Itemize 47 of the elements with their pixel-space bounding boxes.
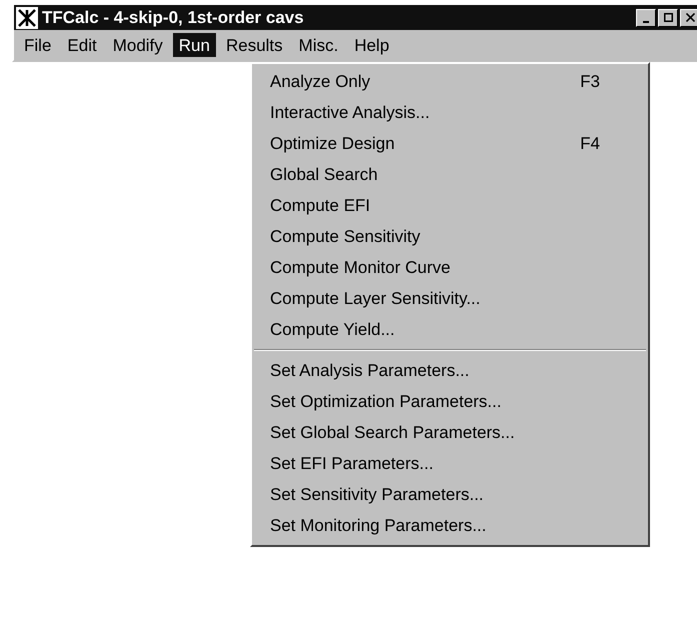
menu-option[interactable]: Compute Yield... <box>252 314 648 345</box>
menu-option[interactable]: Compute Monitor Curve <box>252 252 648 283</box>
menu-option[interactable]: Interactive Analysis... <box>252 97 648 128</box>
option-label: Compute Sensitivity <box>270 226 420 248</box>
option-label: Set Optimization Parameters... <box>270 390 502 413</box>
option-label: Set Sensitivity Parameters... <box>270 484 484 506</box>
option-label: Compute EFI <box>270 194 370 217</box>
menu-item[interactable]: File <box>18 33 58 57</box>
window-title: TFCalc - 4-skip-0, 1st-order cavs <box>42 6 304 29</box>
menu-item[interactable]: Edit <box>61 33 103 57</box>
menu-option[interactable]: Compute Layer Sensitivity... <box>252 283 648 314</box>
shortcut-label: F3 <box>580 70 600 93</box>
menu-item[interactable]: Misc. <box>292 33 344 57</box>
app-logo-icon <box>16 6 38 28</box>
shortcut-label: F4 <box>580 132 600 155</box>
option-label: Global Search <box>270 164 378 186</box>
menu-option[interactable]: Analyze Only F3 <box>252 66 648 97</box>
option-label: Compute Layer Sensitivity... <box>270 288 480 310</box>
option-label: Interactive Analysis... <box>270 102 430 124</box>
menu-option[interactable]: Compute Sensitivity <box>252 221 648 252</box>
close-icon <box>686 13 694 22</box>
option-label: Set Global Search Parameters... <box>270 422 515 444</box>
maximize-button[interactable] <box>658 8 678 26</box>
menu-option[interactable]: Set Global Search Parameters... <box>252 417 648 448</box>
menu-option[interactable]: Optimize Design F4 <box>252 128 648 159</box>
option-label: Set Monitoring Parameters... <box>270 514 486 537</box>
menu-option[interactable]: Set Analysis Parameters... <box>252 355 648 386</box>
menu-option[interactable]: Set Sensitivity Parameters... <box>252 479 648 510</box>
minimize-icon <box>643 20 649 22</box>
menu-option[interactable]: Compute EFI <box>252 190 648 221</box>
option-label: Compute Yield... <box>270 318 395 341</box>
menu-item[interactable]: Run <box>172 33 216 57</box>
menu-option[interactable]: Set EFI Parameters... <box>252 448 648 479</box>
menu-option[interactable]: Set Monitoring Parameters... <box>252 510 648 541</box>
menu-option[interactable]: Set Optimization Parameters... <box>252 386 648 417</box>
menu-item[interactable]: Modify <box>106 33 169 57</box>
option-label: Optimize Design <box>270 132 395 155</box>
menu-item[interactable]: Results <box>220 33 289 57</box>
close-button[interactable] <box>680 8 697 26</box>
option-label: Analyze Only <box>270 70 370 93</box>
menu-item[interactable]: Help <box>348 33 396 57</box>
menu-option[interactable]: Global Search <box>252 159 648 190</box>
option-label: Set EFI Parameters... <box>270 452 434 475</box>
option-label: Set Analysis Parameters... <box>270 360 470 382</box>
option-label: Compute Monitor Curve <box>270 256 450 279</box>
maximize-icon <box>664 13 672 22</box>
minimize-button[interactable] <box>636 8 656 26</box>
